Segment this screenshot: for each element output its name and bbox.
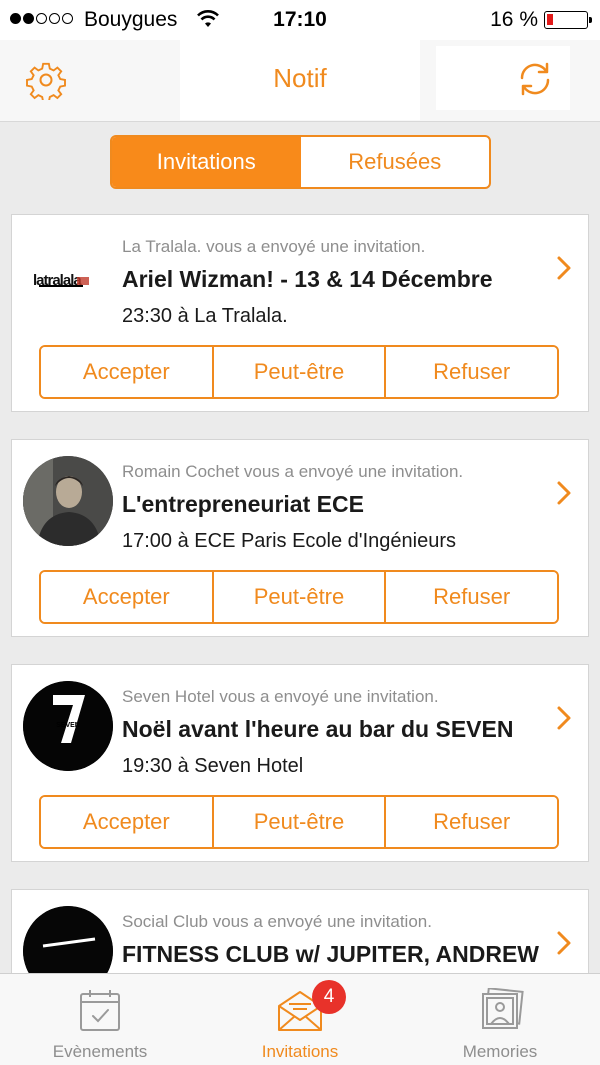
chevron-right-icon[interactable] [556, 480, 572, 506]
gear-icon[interactable] [26, 60, 66, 100]
tab-bar: Evènements 4 Invitations Memories [0, 973, 600, 1065]
accept-button[interactable]: Accepter [41, 572, 212, 622]
event-title: FITNESS CLUB w/ JUPITER, ANDREW [122, 941, 539, 967]
tab-events[interactable]: Evènements [0, 974, 200, 1065]
event-time-location: 17:00 à ECE Paris Ecole d'Ingénieurs [122, 530, 457, 552]
event-time-location: 19:30 à Seven Hotel [122, 755, 304, 777]
invitation-sender: Romain Cochet vous a envoyé une invitati… [122, 462, 464, 481]
event-time-location: 23:30 à La Tralala. [122, 305, 288, 327]
invitation-sender: Seven Hotel vous a envoyé une invitation… [122, 687, 439, 706]
event-title: Noël avant l'heure au bar du SEVEN [122, 716, 514, 742]
calendar-icon [80, 990, 120, 1031]
person-photo [23, 456, 113, 546]
avatar: SEVEN [23, 681, 113, 771]
segmented-control: Invitations Refusées [110, 135, 491, 189]
response-buttons: Accepter Peut-être Refuser [39, 345, 559, 399]
avatar [23, 456, 113, 546]
accept-button[interactable]: Accepter [41, 797, 212, 847]
invitation-card[interactable]: latralala La Tralala. vous a envoyé une … [11, 214, 589, 412]
refuse-button[interactable]: Refuser [384, 572, 557, 622]
page-title: Notif [273, 63, 327, 93]
invitation-sender: Social Club vous a envoyé une invitation… [122, 912, 432, 931]
latralala-logo: latralala [33, 272, 89, 289]
refuse-button[interactable]: Refuser [384, 347, 557, 397]
tab-label: Invitations [261, 1042, 339, 1061]
chevron-right-icon[interactable] [556, 255, 572, 281]
response-buttons: Accepter Peut-être Refuser [39, 795, 559, 849]
nav-bar: Notif [0, 40, 600, 122]
tab-invitations[interactable]: Invitations [112, 137, 301, 187]
invitation-card[interactable]: SEVEN Seven Hotel vous a envoyé une invi… [11, 664, 589, 862]
tab-invitations-bottom[interactable]: 4 Invitations [200, 974, 400, 1065]
maybe-button[interactable]: Peut-être [211, 572, 385, 622]
svg-text:SEVEN: SEVEN [56, 722, 80, 729]
chevron-right-icon[interactable] [556, 705, 572, 731]
battery-icon [544, 11, 592, 29]
photos-icon [482, 988, 524, 1029]
maybe-button[interactable]: Peut-être [211, 347, 385, 397]
refresh-area [436, 46, 570, 110]
tab-label: Memories [462, 1042, 538, 1061]
social-club-logo [23, 906, 113, 974]
refuse-button[interactable]: Refuser [384, 797, 557, 847]
avatar: latralala [23, 231, 113, 321]
response-buttons: Accepter Peut-être Refuser [39, 570, 559, 624]
chevron-right-icon[interactable] [556, 930, 572, 956]
invitation-card[interactable]: Social Club vous a envoyé une invitation… [11, 889, 589, 974]
tab-refused[interactable]: Refusées [301, 137, 490, 187]
notification-badge: 4 [312, 980, 346, 1014]
event-title: L'entrepreneuriat ECE [122, 491, 364, 517]
invitation-list: latralala La Tralala. vous a envoyé une … [0, 214, 600, 974]
accept-button[interactable]: Accepter [41, 347, 212, 397]
battery-percent: 16 % [490, 8, 538, 31]
refresh-icon[interactable] [516, 60, 554, 98]
tab-label: Evènements [52, 1042, 148, 1061]
avatar [23, 906, 113, 974]
maybe-button[interactable]: Peut-être [211, 797, 385, 847]
invitation-card[interactable]: Romain Cochet vous a envoyé une invitati… [11, 439, 589, 637]
status-bar: Bouygues 17:10 16 % [0, 0, 600, 40]
nav-title-area: Notif [180, 40, 420, 120]
event-title: Ariel Wizman! - 13 & 14 Décembre [122, 266, 493, 292]
seven-hotel-logo: SEVEN [23, 681, 113, 771]
tab-memories[interactable]: Memories [400, 974, 600, 1065]
invitation-sender: La Tralala. vous a envoyé une invitation… [122, 237, 426, 256]
svg-text:latralala: latralala [33, 272, 82, 289]
